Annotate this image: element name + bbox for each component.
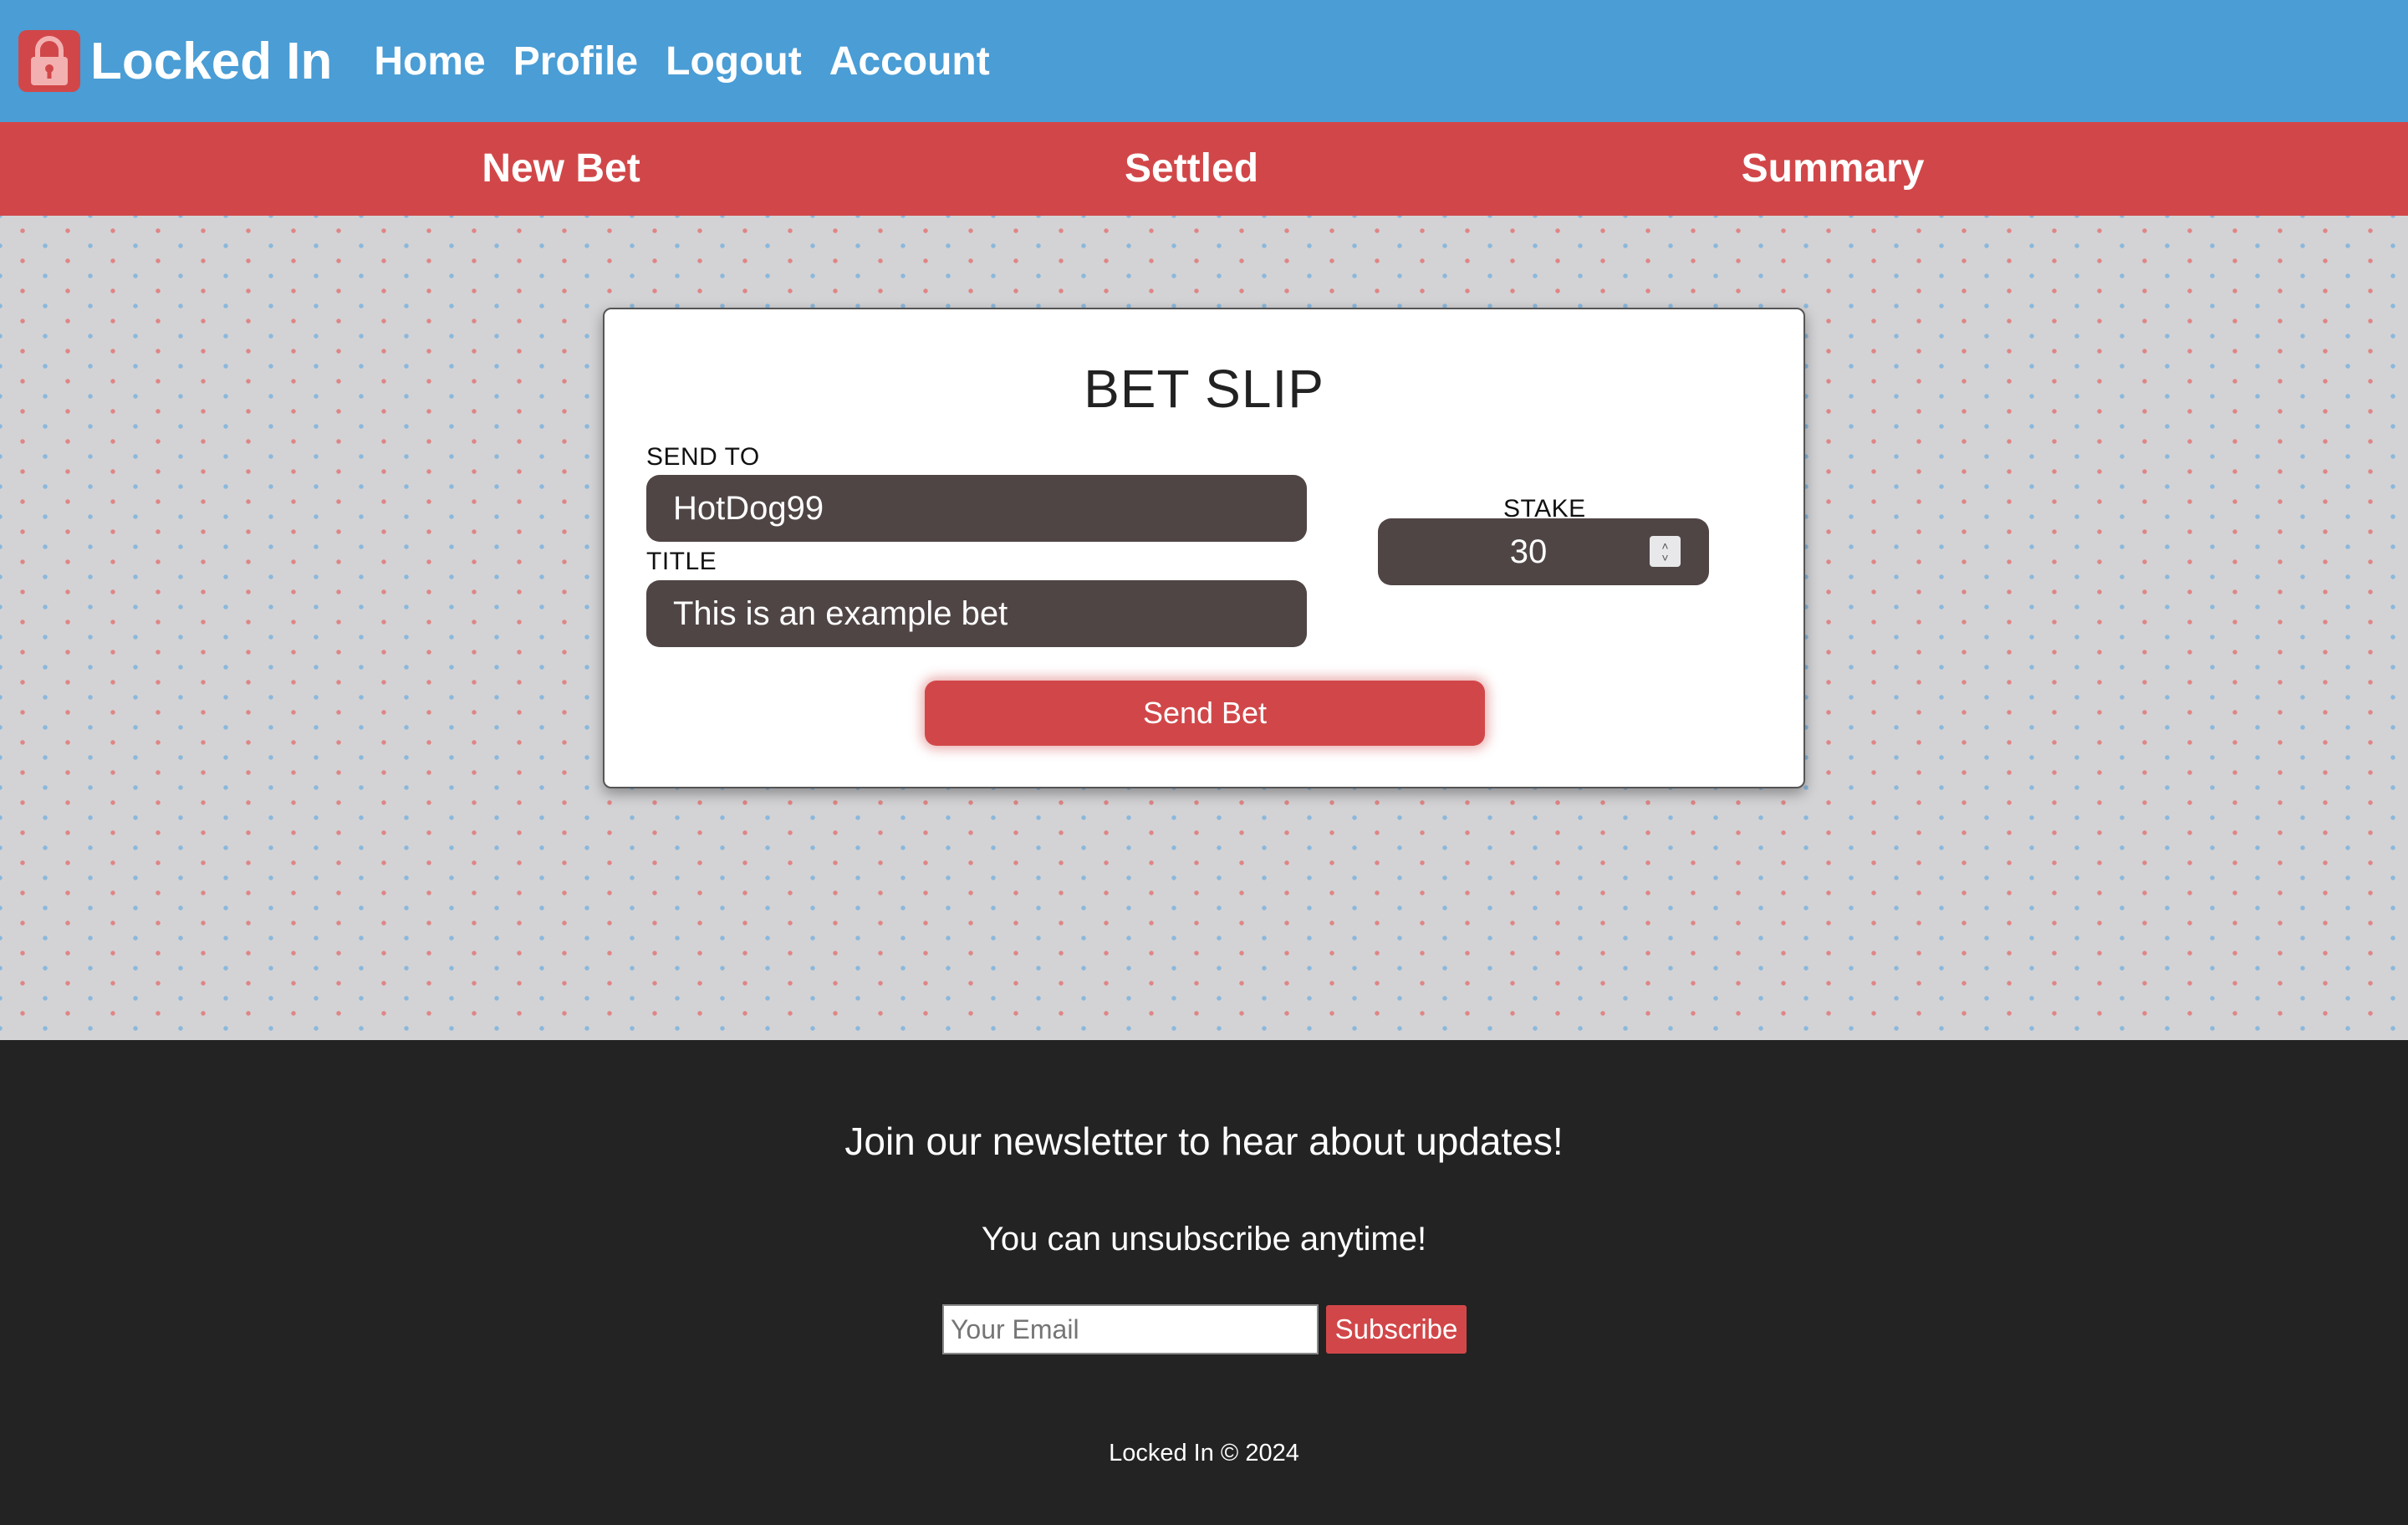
tab-settled[interactable]: Settled [1125, 122, 1258, 216]
padlock-icon[interactable] [18, 30, 80, 92]
title-label: TITLE [646, 548, 717, 575]
copyright-text: Locked In © 2024 [1109, 1440, 1299, 1466]
newsletter-heading: Join our newsletter to hear about update… [844, 1120, 1564, 1163]
main-content: BET SLIP SEND TO HotDog99 TITLE This is … [0, 216, 2408, 1040]
send-bet-button[interactable]: Send Bet [925, 681, 1485, 746]
send-to-label: SEND TO [646, 443, 760, 471]
tab-new-bet[interactable]: New Bet [482, 122, 640, 216]
brand-name[interactable]: Locked In [90, 32, 332, 91]
chevron-up-icon[interactable]: ˄ [1661, 540, 1668, 552]
tab-summary[interactable]: Summary [1742, 122, 1925, 216]
newsletter-email-input[interactable] [942, 1304, 1319, 1354]
nav-home[interactable]: Home [374, 38, 485, 84]
title-input[interactable]: This is an example bet [646, 580, 1307, 647]
stake-value: 30 [1509, 533, 1548, 570]
top-navbar: Locked In Home Profile Logout Account [0, 0, 2408, 122]
bet-slip-title: BET SLIP [1084, 359, 1324, 419]
chevron-down-icon[interactable]: ˅ [1661, 552, 1668, 564]
stake-input[interactable]: 30 ˄ ˅ [1378, 518, 1709, 585]
subscribe-button[interactable]: Subscribe [1326, 1305, 1467, 1354]
nav-account[interactable]: Account [829, 38, 990, 84]
bet-subnav: New Bet Settled Summary [0, 122, 2408, 216]
bet-slip-card: BET SLIP SEND TO HotDog99 TITLE This is … [603, 308, 1805, 788]
nav-profile[interactable]: Profile [513, 38, 638, 84]
nav-logout[interactable]: Logout [666, 38, 802, 84]
newsletter-subheading: You can unsubscribe anytime! [981, 1221, 1427, 1257]
send-to-input[interactable]: HotDog99 [646, 475, 1307, 542]
stake-spinner[interactable]: ˄ ˅ [1650, 536, 1681, 567]
